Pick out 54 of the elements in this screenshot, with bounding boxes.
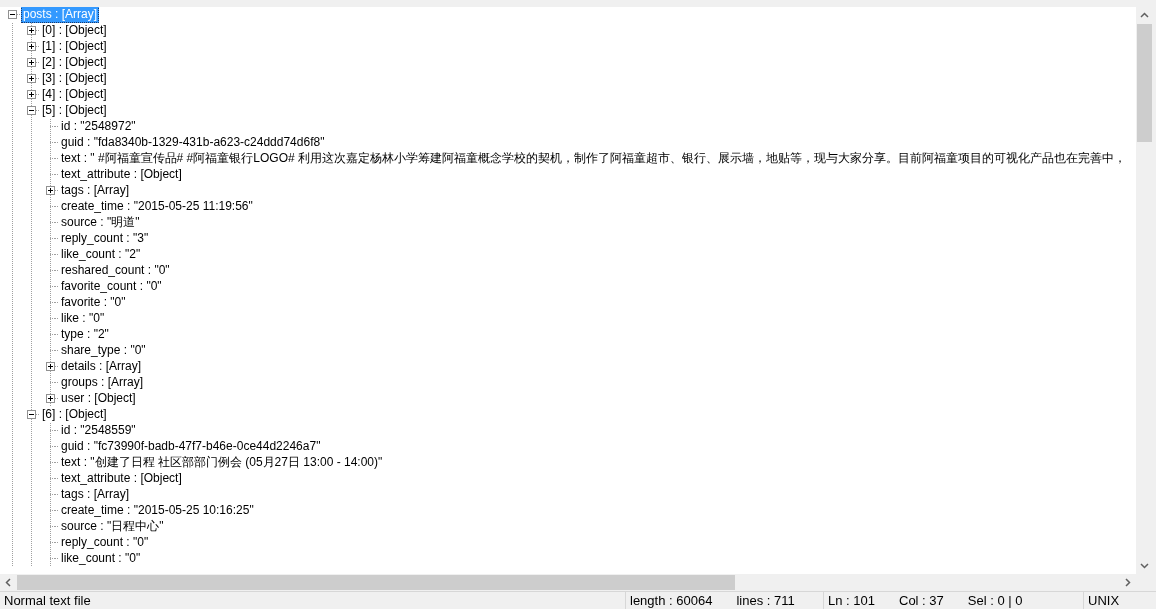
scrollbar-thumb[interactable]: [17, 575, 735, 590]
plus-box-icon[interactable]: [46, 394, 55, 404]
tree-node-label[interactable]: text_attribute : [Object]: [59, 166, 184, 184]
tree-node-label[interactable]: [6] : [Object]: [40, 406, 109, 424]
tree-node-label[interactable]: [0] : [Object]: [40, 22, 109, 40]
plus-box-icon[interactable]: [27, 90, 36, 100]
plus-box-icon[interactable]: [27, 58, 36, 68]
minus-box-icon[interactable]: [8, 10, 17, 20]
column-label: Col : 37: [899, 592, 944, 609]
minus-box-icon[interactable]: [27, 410, 36, 420]
length-label: length : 60064: [630, 592, 713, 609]
tree-node-label[interactable]: details : [Array]: [59, 358, 144, 376]
tree-node-label[interactable]: tags : [Array]: [59, 182, 132, 200]
tree-node-label[interactable]: [3] : [Object]: [40, 70, 109, 88]
scrollbar-thumb[interactable]: [1137, 23, 1152, 142]
tree-node-label[interactable]: text : " #阿福童宣传品# #阿福童银行LOGO# 利用这次嘉定杨林小学筹建阿福童概念学校的契机，制作了阿福童超市、银行、展示墙，地贴等，现与大家分享。目前阿福童项目的可视化产品也在完善中，: [59, 150, 1128, 168]
selection-label: Sel : 0 | 0: [967, 592, 1023, 609]
line-ending-label: UNIX: [1088, 592, 1120, 609]
tree-node-label[interactable]: [2] : [Object]: [40, 54, 109, 72]
tree-node-label[interactable]: favorite_count : "0": [59, 278, 164, 296]
tree-node-label[interactable]: source : "明道": [59, 214, 142, 232]
tree-node-label[interactable]: create_time : "2015-05-25 11:19:56": [59, 198, 255, 216]
tree-node-label[interactable]: type : "2": [59, 326, 111, 344]
plus-box-icon[interactable]: [46, 362, 55, 372]
minus-box-icon[interactable]: [27, 106, 36, 116]
tree-node-label[interactable]: reshared_count : "0": [59, 262, 172, 280]
tree-node-label[interactable]: [1] : [Object]: [40, 38, 109, 56]
file-type-label: Normal text file: [4, 592, 91, 609]
line-label: Ln : 101: [828, 592, 875, 609]
tree-node-label[interactable]: source : "日程中心": [59, 518, 166, 536]
tree-node-label[interactable]: create_time : "2015-05-25 10:16:25": [59, 502, 256, 520]
tree-node-label[interactable]: groups : [Array]: [59, 374, 146, 392]
tree-node-label[interactable]: reply_count : "3": [59, 230, 151, 248]
tree-node-label[interactable]: guid : "fc73990f-badb-47f7-b46e-0ce44d2246a7": [59, 438, 323, 456]
plus-box-icon[interactable]: [27, 42, 36, 52]
tree-node-label[interactable]: id : "2548972": [59, 118, 138, 136]
tree-node-label[interactable]: [5] : [Object]: [40, 102, 109, 120]
tree-node-label[interactable]: text : "创建了日程 社区部部门例会 (05月27日 13:00 - 14:00)": [59, 454, 385, 472]
tree-node-label[interactable]: tags : [Array]: [59, 486, 132, 504]
tree-node-label[interactable]: favorite : "0": [59, 294, 128, 312]
tree-node-label[interactable]: id : "2548559": [59, 422, 138, 440]
tree-node-label[interactable]: like_count : "2": [59, 246, 143, 264]
plus-box-icon[interactable]: [27, 26, 36, 36]
tree-node-label[interactable]: like_count : "0": [59, 550, 143, 568]
plus-box-icon[interactable]: [46, 186, 55, 196]
tree-node-label[interactable]: share_type : "0": [59, 342, 148, 360]
plus-box-icon[interactable]: [27, 74, 36, 84]
tree-node-label[interactable]: guid : "fda8340b-1329-431b-a623-c24ddd74d6f8": [59, 134, 327, 152]
tree-node-label[interactable]: user : [Object]: [59, 390, 138, 408]
tree-node-label[interactable]: text_attribute : [Object]: [59, 470, 184, 488]
tree-node-label[interactable]: like : "0": [59, 310, 107, 328]
tree-node-label[interactable]: reply_count : "0": [59, 534, 151, 552]
tree-node-label[interactable]: [4] : [Object]: [40, 86, 109, 104]
lines-label: lines : 711: [736, 592, 795, 609]
